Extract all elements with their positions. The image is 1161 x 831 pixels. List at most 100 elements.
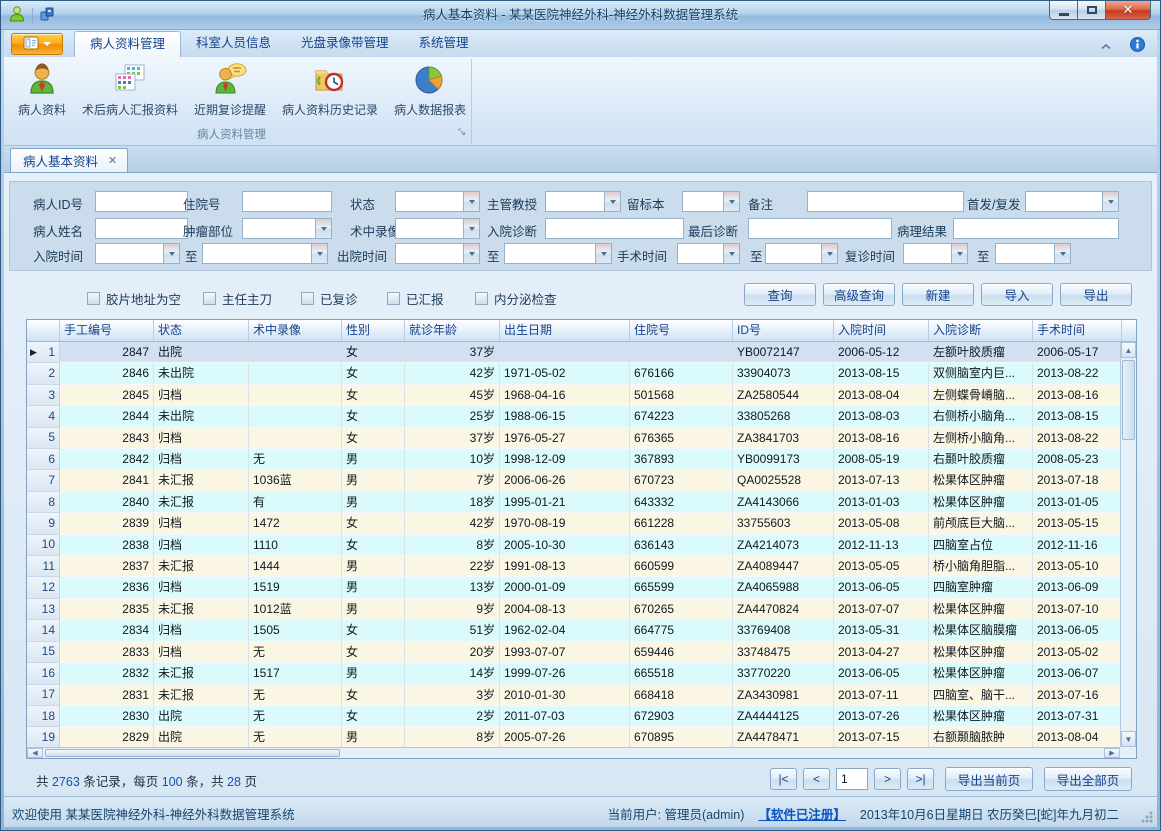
app-menu-button[interactable] <box>11 33 63 55</box>
vertical-scrollbar[interactable]: ▲ ▼ <box>1120 342 1136 747</box>
checkbox-5[interactable]: 内分泌检查 <box>475 289 557 308</box>
table-row[interactable]: 162832未汇报1517男14岁1999-07-266655183377022… <box>27 663 1120 684</box>
table-row[interactable]: 122836归档1519男13岁2000-01-09665599ZA406598… <box>27 577 1120 598</box>
filter-combo[interactable] <box>682 191 740 212</box>
combo-dropdown-icon[interactable] <box>311 243 328 264</box>
table-row[interactable]: 42844未出院女25岁1988-06-15674223338052682013… <box>27 406 1120 427</box>
scroll-right-icon[interactable]: ▶ <box>1104 748 1120 758</box>
column-header-3[interactable]: 术中录像 <box>249 320 342 341</box>
column-header-11[interactable]: 手术时间 <box>1033 320 1122 341</box>
filter-combo[interactable] <box>95 243 180 264</box>
table-row[interactable]: ▶12847出院女37岁YB00721472006-05-12左额叶胶质瘤200… <box>27 342 1120 363</box>
table-row[interactable]: 152833归档无女20岁1993-07-0765944633748475201… <box>27 642 1120 663</box>
checkbox-box-icon[interactable] <box>475 292 488 305</box>
filter-input[interactable] <box>242 191 332 212</box>
filter-combo[interactable] <box>995 243 1071 264</box>
combo-dropdown-icon[interactable] <box>723 243 740 264</box>
table-row[interactable]: 132835未汇报1012蓝男9岁2004-08-13670265ZA44708… <box>27 599 1120 620</box>
filter-combo[interactable] <box>504 243 612 264</box>
table-row[interactable]: 32845归档女45岁1968-04-16501568ZA25805442013… <box>27 385 1120 406</box>
filter-combo[interactable] <box>395 191 480 212</box>
filter-input[interactable] <box>95 191 188 212</box>
table-row[interactable]: 22846未出院女42岁1971-05-02676166339040732013… <box>27 363 1120 384</box>
column-header-10[interactable]: 入院诊断 <box>929 320 1033 341</box>
combo-dropdown-icon[interactable] <box>951 243 968 264</box>
maximize-button[interactable] <box>1078 1 1106 20</box>
column-header-indicator[interactable] <box>27 320 60 341</box>
filter-input[interactable] <box>95 218 188 239</box>
checkbox-box-icon[interactable] <box>203 292 216 305</box>
next-page-button[interactable]: > <box>874 768 901 790</box>
software-registered-link[interactable]: 【软件已注册】 <box>758 804 846 823</box>
action-button-1[interactable]: 查询 <box>744 283 816 306</box>
ribbon-button-3[interactable]: 近期复诊提醒 <box>186 59 274 120</box>
combo-dropdown-icon[interactable] <box>821 243 838 264</box>
minimize-button[interactable] <box>1049 1 1078 20</box>
ribbon-tab-2[interactable]: 科室人员信息 <box>181 31 286 57</box>
combo-dropdown-icon[interactable] <box>1102 191 1119 212</box>
dialog-launcher-icon[interactable] <box>458 127 468 141</box>
checkbox-box-icon[interactable] <box>387 292 400 305</box>
checkbox-box-icon[interactable] <box>87 292 100 305</box>
combo-dropdown-icon[interactable] <box>463 243 480 264</box>
column-header-8[interactable]: ID号 <box>733 320 834 341</box>
close-button[interactable]: ✕ <box>1106 1 1151 20</box>
filter-combo[interactable] <box>395 243 480 264</box>
horizontal-scrollbar[interactable]: ◀ ▶ <box>27 747 1120 758</box>
ribbon-button-2[interactable]: 术后病人汇报资料 <box>74 59 186 120</box>
table-row[interactable]: 112837未汇报1444男22岁1991-08-13660599ZA40894… <box>27 556 1120 577</box>
combo-dropdown-icon[interactable] <box>1054 243 1071 264</box>
combo-dropdown-icon[interactable] <box>315 218 332 239</box>
combo-dropdown-icon[interactable] <box>604 191 621 212</box>
table-row[interactable]: 62842归档无男10岁1998-12-09367893YB0099173200… <box>27 449 1120 470</box>
collapse-ribbon-icon[interactable] <box>1100 39 1112 53</box>
export-all-pages-button[interactable]: 导出全部页 <box>1044 767 1132 791</box>
filter-input[interactable] <box>807 191 964 212</box>
filter-input[interactable] <box>748 218 892 239</box>
combo-dropdown-icon[interactable] <box>463 218 480 239</box>
resize-grip[interactable] <box>1141 811 1153 823</box>
export-current-page-button[interactable]: 导出当前页 <box>945 767 1033 791</box>
table-row[interactable]: 92839归档1472女42岁1970-08-19661228337556032… <box>27 513 1120 534</box>
last-page-button[interactable]: >| <box>907 768 934 790</box>
table-row[interactable]: 172831未汇报无女3岁2010-01-30668418ZA343098120… <box>27 685 1120 706</box>
filter-combo[interactable] <box>545 191 621 212</box>
help-info-icon[interactable] <box>1130 37 1145 55</box>
combo-dropdown-icon[interactable] <box>595 243 612 264</box>
table-row[interactable]: 192829出院无男8岁2005-07-26670895ZA4478471201… <box>27 727 1120 747</box>
column-header-7[interactable]: 住院号 <box>630 320 733 341</box>
tab-patient-basic-info[interactable]: 病人基本资料 ✕ <box>10 148 128 172</box>
tab-close-icon[interactable]: ✕ <box>108 154 117 167</box>
page-number-input[interactable] <box>836 768 868 790</box>
scroll-down-icon[interactable]: ▼ <box>1121 731 1136 747</box>
table-row[interactable]: 102838归档1110女8岁2005-10-30636143ZA4214073… <box>27 535 1120 556</box>
combo-dropdown-icon[interactable] <box>723 191 740 212</box>
combo-dropdown-icon[interactable] <box>163 243 180 264</box>
ribbon-tab-3[interactable]: 光盘录像带管理 <box>286 31 404 57</box>
action-button-5[interactable]: 导出 <box>1060 283 1132 306</box>
column-header-4[interactable]: 性别 <box>342 320 405 341</box>
filter-combo[interactable] <box>395 218 480 239</box>
filter-combo[interactable] <box>1025 191 1119 212</box>
column-header-2[interactable]: 状态 <box>154 320 249 341</box>
checkbox-4[interactable]: 已汇报 <box>387 289 444 308</box>
action-button-2[interactable]: 高级查询 <box>823 283 895 306</box>
table-row[interactable]: 72841未汇报1036蓝男7岁2006-06-26670723QA002552… <box>27 470 1120 491</box>
ribbon-tab-1[interactable]: 病人资料管理 <box>74 31 181 57</box>
column-header-6[interactable]: 出生日期 <box>500 320 630 341</box>
table-row[interactable]: 52843归档女37岁1976-05-27676365ZA38417032013… <box>27 428 1120 449</box>
checkbox-box-icon[interactable] <box>301 292 314 305</box>
scroll-up-icon[interactable]: ▲ <box>1121 342 1136 358</box>
ribbon-button-4[interactable]: 病人资料历史记录 <box>274 59 386 120</box>
checkbox-2[interactable]: 主任主刀 <box>203 289 272 308</box>
filter-input[interactable] <box>545 218 684 239</box>
combo-dropdown-icon[interactable] <box>463 191 480 212</box>
first-page-button[interactable]: |< <box>770 768 797 790</box>
table-row[interactable]: 142834归档1505女51岁1962-02-0466477533769408… <box>27 620 1120 641</box>
vertical-scroll-thumb[interactable] <box>1122 360 1135 440</box>
scroll-left-icon[interactable]: ◀ <box>27 748 43 758</box>
column-header-1[interactable]: 手工编号 <box>60 320 154 341</box>
action-button-4[interactable]: 导入 <box>981 283 1053 306</box>
action-button-3[interactable]: 新建 <box>902 283 974 306</box>
column-header-5[interactable]: 就诊年龄 <box>405 320 500 341</box>
